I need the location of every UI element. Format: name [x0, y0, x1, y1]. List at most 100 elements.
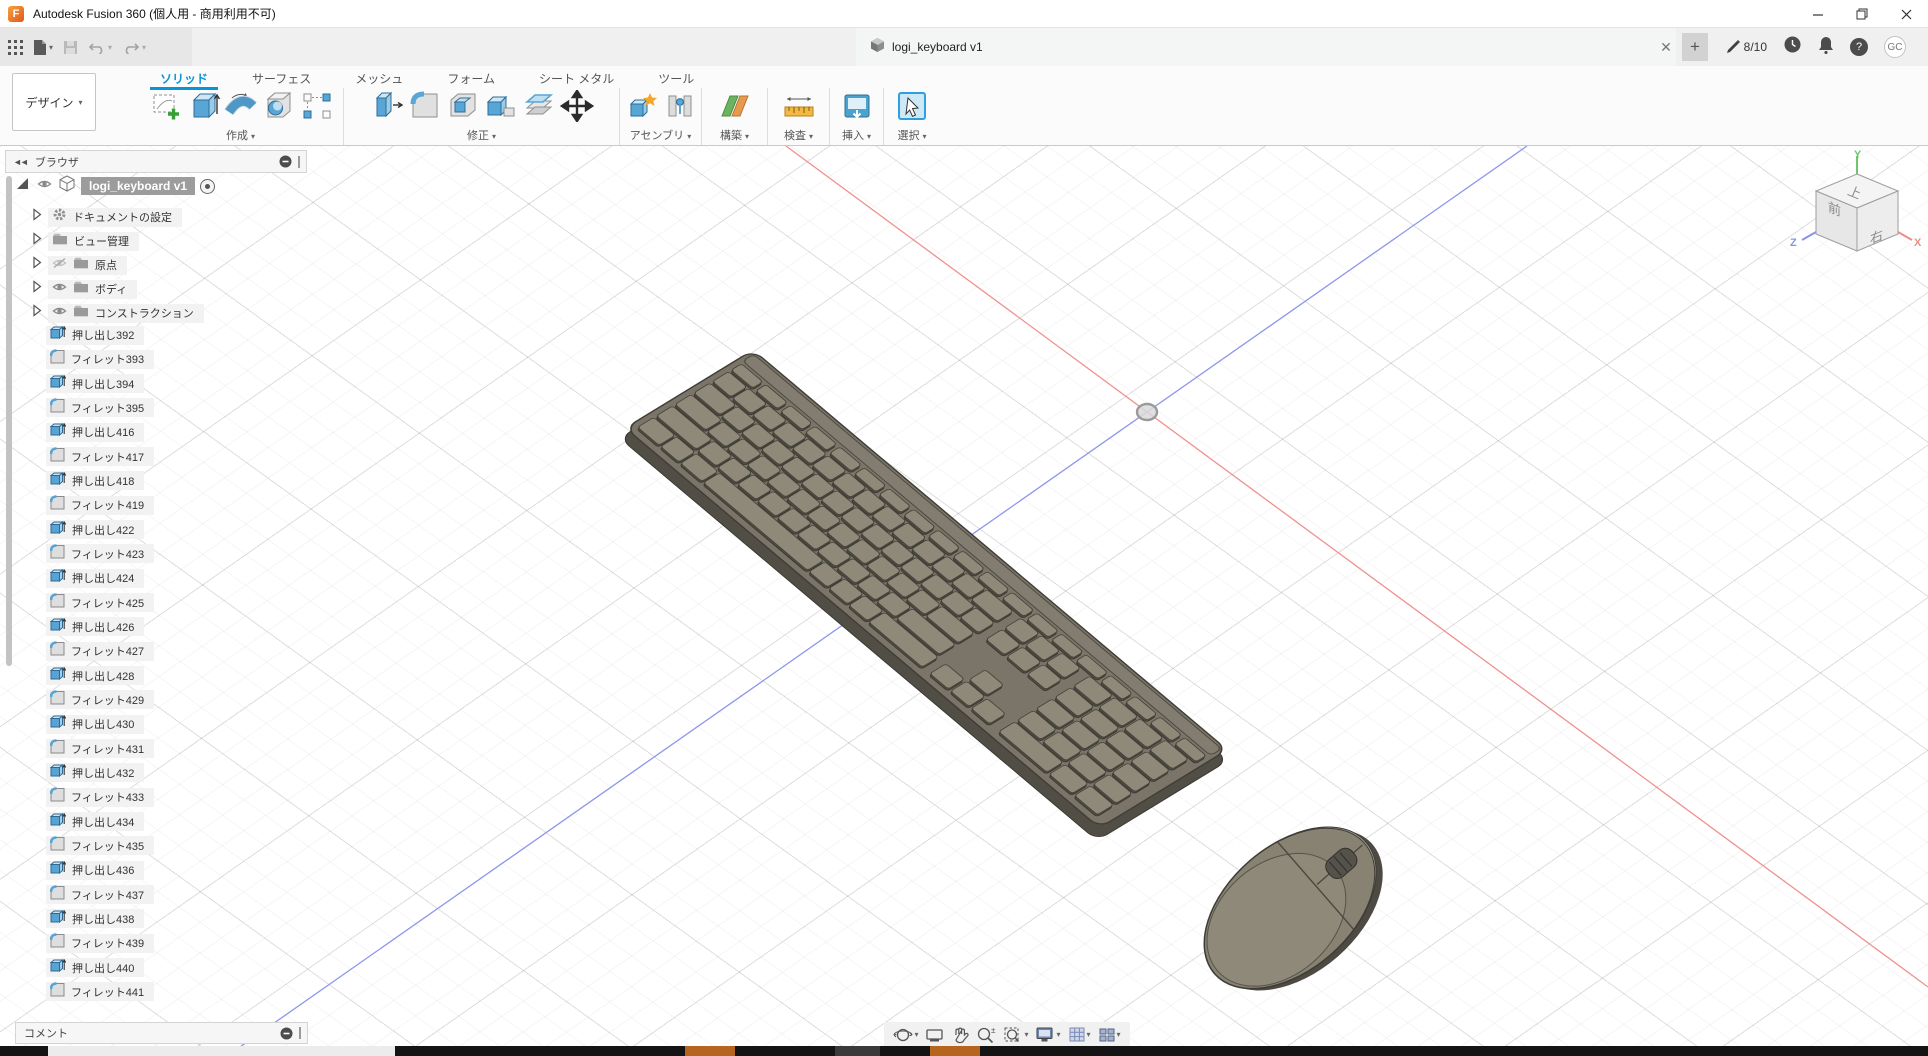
pattern-icon[interactable]	[300, 90, 334, 127]
collapse-browser-icon[interactable]: ◄◄	[13, 157, 27, 167]
orbit-icon[interactable]: ▾	[893, 1026, 918, 1044]
visibility-eye-icon[interactable]	[52, 280, 67, 298]
insert-icon[interactable]	[840, 90, 874, 127]
view-cube[interactable]: Y Z X 上 前 右	[1786, 146, 1928, 271]
visibility-eye-icon[interactable]	[37, 177, 52, 195]
feature-row-extrude[interactable]: 押し出し432	[46, 763, 144, 783]
extrude-icon[interactable]	[186, 90, 220, 127]
expand-arrow-icon[interactable]	[32, 208, 42, 226]
feature-row-extrude[interactable]: 押し出し428	[46, 666, 144, 686]
viewports-icon[interactable]: ▾	[1098, 1027, 1121, 1043]
expand-arrow-icon[interactable]	[32, 304, 42, 322]
maximize-restore-button[interactable]	[1840, 0, 1884, 28]
feature-row-fillet[interactable]: フィレット425	[46, 593, 154, 613]
tab-form[interactable]: フォーム	[425, 66, 517, 88]
feature-row-extrude[interactable]: 押し出し394	[46, 374, 144, 394]
root-component-label[interactable]: logi_keyboard v1	[81, 177, 195, 195]
revolve-icon[interactable]	[224, 90, 258, 127]
browser-root-row[interactable]: logi_keyboard v1	[16, 176, 215, 196]
expand-arrow-icon[interactable]	[16, 177, 29, 195]
new-document-tab-button[interactable]: +	[1682, 33, 1708, 61]
offset-face-icon[interactable]	[522, 90, 556, 127]
feature-row-fillet[interactable]: フィレット423	[46, 544, 154, 564]
feature-row-extrude[interactable]: 押し出し440	[46, 958, 144, 978]
undo-icon[interactable]: ▾	[88, 40, 112, 54]
tab-solid[interactable]: ソリッド	[138, 66, 230, 88]
expand-arrow-icon[interactable]	[32, 232, 42, 250]
workspace-selector[interactable]: デザイン▾	[12, 73, 96, 131]
fillet-icon[interactable]	[408, 90, 442, 127]
group-label-construct[interactable]: 構築 ▾	[706, 127, 763, 145]
feature-row-fillet[interactable]: フィレット395	[46, 398, 154, 418]
notifications-bell-icon[interactable]	[1818, 36, 1834, 59]
display-settings-icon[interactable]: ▾	[1035, 1026, 1060, 1043]
look-at-icon[interactable]	[925, 1027, 944, 1043]
feature-row-extrude[interactable]: 押し出し426	[46, 617, 144, 637]
feature-row-extrude[interactable]: 押し出し430	[46, 714, 144, 734]
document-tab[interactable]: logi_keyboard v1	[856, 28, 1676, 66]
tab-surface[interactable]: サーフェス	[230, 66, 333, 88]
viewport-canvas[interactable]: Y Z X 上 前 右 ◄◄ ブラウザ logi_keyboard v1 ドキュメ…	[0, 146, 1928, 1056]
feature-row-fillet[interactable]: フィレット435	[46, 836, 154, 856]
move-icon[interactable]	[560, 90, 594, 127]
zoom-icon[interactable]: ±	[976, 1026, 996, 1044]
create-sketch-icon[interactable]	[148, 90, 182, 127]
feature-row-fillet[interactable]: フィレット417	[46, 447, 154, 467]
construction-plane-icon[interactable]	[718, 90, 752, 127]
browser-panel-header[interactable]: ◄◄ ブラウザ	[5, 150, 307, 173]
joint-icon[interactable]	[663, 90, 697, 127]
save-icon[interactable]	[63, 40, 78, 55]
fit-icon[interactable]: ▾	[1003, 1026, 1028, 1044]
feature-row-fillet[interactable]: フィレット429	[46, 690, 154, 710]
select-icon[interactable]	[895, 90, 929, 127]
tree-node[interactable]: ドキュメントの設定	[32, 207, 182, 227]
tab-sheet-metal[interactable]: シート メタル	[517, 66, 636, 88]
redo-icon[interactable]: ▾	[122, 40, 146, 54]
feature-row-fillet[interactable]: フィレット393	[46, 349, 154, 369]
new-component-icon[interactable]	[625, 90, 659, 127]
group-label-create[interactable]: 作成 ▾	[142, 127, 339, 145]
feature-row-fillet[interactable]: フィレット437	[46, 885, 154, 905]
group-label-assemble[interactable]: アセンブリ ▾	[624, 127, 697, 145]
panel-grip[interactable]	[299, 1027, 301, 1039]
panel-grip[interactable]	[298, 156, 300, 168]
measure-icon[interactable]	[782, 90, 816, 127]
minimize-panel-icon[interactable]	[279, 155, 292, 168]
pan-icon[interactable]	[951, 1026, 969, 1044]
feature-row-fillet[interactable]: フィレット433	[46, 787, 154, 807]
job-status[interactable]: 8/10	[1725, 39, 1767, 55]
shell-icon[interactable]	[446, 90, 480, 127]
tree-node[interactable]: ビュー管理	[32, 231, 139, 251]
visibility-eye-icon[interactable]	[52, 304, 67, 322]
group-label-select[interactable]: 選択 ▾	[888, 127, 936, 145]
tree-node[interactable]: コンストラクション	[32, 303, 204, 323]
minimize-panel-icon[interactable]	[280, 1027, 293, 1040]
group-label-insert[interactable]: 挿入 ▾	[834, 127, 879, 145]
visibility-off-icon[interactable]	[52, 256, 67, 274]
minimize-button[interactable]	[1796, 0, 1840, 28]
group-label-inspect[interactable]: 検査 ▾	[772, 127, 825, 145]
user-avatar[interactable]: GC	[1884, 36, 1906, 58]
group-label-modify[interactable]: 修正 ▾	[348, 127, 615, 145]
tree-node[interactable]: ボディ	[32, 279, 137, 299]
close-document-tab-icon[interactable]: ✕	[1655, 36, 1677, 58]
help-icon[interactable]: ?	[1850, 38, 1868, 56]
feature-row-fillet[interactable]: フィレット419	[46, 495, 154, 515]
comment-panel-header[interactable]: コメント	[15, 1022, 308, 1044]
expand-arrow-icon[interactable]	[32, 280, 42, 298]
tab-mesh[interactable]: メッシュ	[333, 66, 425, 88]
feature-row-extrude[interactable]: 押し出し438	[46, 909, 144, 929]
app-menu-icon[interactable]	[8, 40, 23, 55]
feature-row-extrude[interactable]: 押し出し418	[46, 471, 144, 491]
feature-row-extrude[interactable]: 押し出し422	[46, 520, 144, 540]
tab-tools[interactable]: ツール	[636, 66, 716, 88]
expand-arrow-icon[interactable]	[32, 256, 42, 274]
feature-row-fillet[interactable]: フィレット439	[46, 933, 154, 953]
feature-row-extrude[interactable]: 押し出し424	[46, 568, 144, 588]
feature-row-extrude[interactable]: 押し出し436	[46, 860, 144, 880]
grid-settings-icon[interactable]: ▾	[1068, 1026, 1091, 1043]
press-pull-icon[interactable]	[370, 90, 404, 127]
close-button[interactable]	[1884, 0, 1928, 28]
activate-component-radio[interactable]	[200, 179, 215, 194]
feature-row-extrude[interactable]: 押し出し416	[46, 422, 144, 442]
